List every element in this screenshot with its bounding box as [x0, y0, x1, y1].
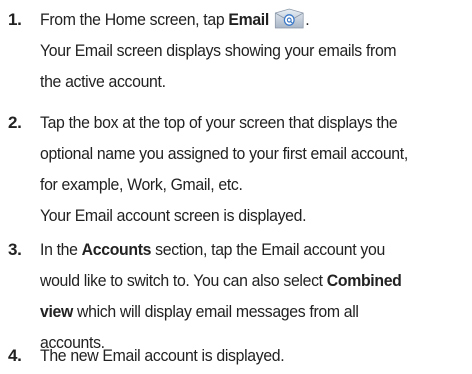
instruction-text: .	[305, 10, 310, 29]
instruction-text: for example, Work, Gmail, etc.	[40, 175, 243, 194]
step-number: 3.	[8, 240, 22, 259]
combined-view-label: view	[40, 302, 73, 321]
result-text: the active account.	[40, 72, 166, 91]
step-number: 1.	[8, 10, 22, 29]
instruction-text: would like to switch to. You can also se…	[40, 271, 402, 290]
step-body: Tap the box at the top of your screen th…	[40, 107, 440, 231]
step-number: 4.	[8, 346, 22, 365]
step-body: The new Email account is displayed.	[40, 340, 440, 371]
step-number: 2.	[8, 113, 22, 132]
instruction-text: optional name you assigned to your first…	[40, 144, 408, 163]
instruction-text: From the Home screen, tap	[40, 10, 229, 29]
combined-view-label: Combined	[326, 271, 402, 290]
step-body: From the Home screen, tap Email . Your E…	[40, 4, 440, 97]
email-label: Email	[228, 10, 269, 29]
instruction-text: The new Email account is displayed.	[40, 346, 285, 365]
accounts-label: Accounts	[81, 240, 152, 259]
instruction-page: 1. From the Home screen, tap Email . You…	[0, 0, 472, 374]
result-text: Your Email account screen is displayed.	[40, 206, 307, 225]
instruction-text: view which will display email messages f…	[40, 302, 359, 321]
step-instruction: From the Home screen, tap Email .	[40, 4, 440, 35]
instruction-text: In the Accounts section, tap the Email a…	[40, 240, 385, 259]
result-text: Your Email screen displays showing your …	[40, 41, 397, 60]
instruction-text: Tap the box at the top of your screen th…	[40, 113, 398, 132]
email-icon	[275, 8, 304, 28]
